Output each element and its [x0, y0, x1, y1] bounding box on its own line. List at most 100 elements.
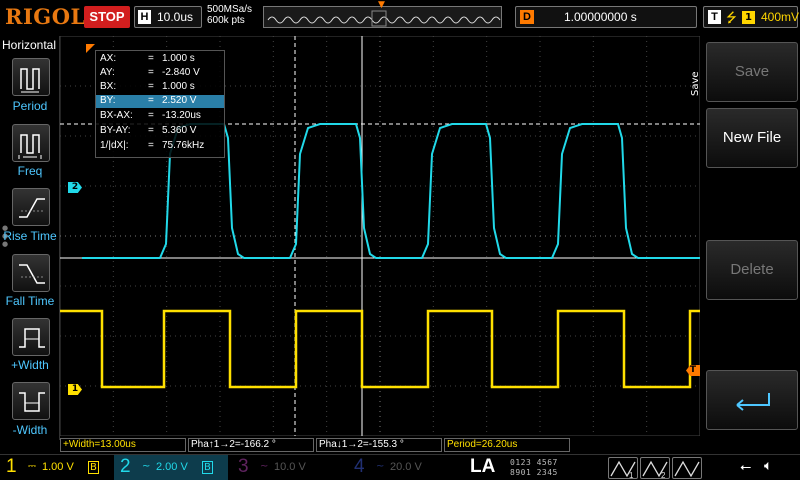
brand-logo: RIGOL [5, 4, 86, 29]
fall-time-label: Fall Time [5, 294, 55, 308]
ac-coupling-icon: ~ [142, 461, 151, 472]
timebase-value: 10.0us [157, 10, 194, 24]
source-3-waveform-button[interactable] [672, 457, 702, 479]
channel-bar: 1 ⎓ 1.00 V B 2 ~ 2.00 V B 3 ~ 10.0 V 4 ~… [0, 454, 800, 480]
cursor-value: -2.840 V [162, 67, 200, 78]
ch1-bandwidth-limit: B [88, 461, 99, 474]
negative-width-button[interactable] [12, 382, 50, 420]
source-1-waveform-button[interactable]: 1 [608, 457, 638, 480]
cursor-key: BX-AX: [100, 110, 133, 121]
horizontal-tag: H [138, 10, 151, 24]
logic-analyzer-label[interactable]: LA [470, 456, 495, 478]
measure-pos-width[interactable]: +Width=13.00us [60, 438, 186, 452]
rise-time-label: Rise Time [3, 229, 57, 243]
save-button[interactable]: Save [706, 42, 798, 102]
cursor-eq: = [148, 95, 154, 106]
trigger-source: 1 [742, 11, 755, 24]
period-label: Period [12, 99, 48, 113]
cursor-eq: = [148, 53, 154, 64]
sample-rate: 500MSa/s [207, 4, 253, 15]
measure-phase-rise[interactable]: Pha↑1→2=-166.2 ° [188, 438, 314, 452]
cursor-readout-panel: AX: = 1.000 s AY: = -2.840 V BX: = 1.000 s BY:… [95, 50, 225, 158]
cursor-row-bx-ax: BX-AX: = -13.20us [96, 110, 224, 123]
trigger-marker-label: T [689, 365, 697, 375]
frequency-label: Freq [17, 164, 43, 178]
delay-tag: D [520, 10, 534, 24]
cursor-value: 1.000 s [162, 53, 195, 64]
ch2-scale: 2.00 V [156, 461, 188, 473]
trigger-box[interactable]: T ⭍ 1 400mV [703, 6, 800, 28]
positive-width-label: +Width [11, 358, 49, 372]
cursor-row-by[interactable]: BY: = 2.520 V [96, 95, 224, 108]
trigger-position-marker: ▼ [378, 0, 385, 10]
return-button[interactable] [706, 370, 798, 430]
measure-phase-fall[interactable]: Pha↓1→2=-155.3 ° [316, 438, 442, 452]
delay-box[interactable]: D 1.00000000 s [515, 6, 697, 28]
sine-wave-icon: 2 [642, 460, 668, 480]
acquisition-info: 500MSa/s 600k pts [207, 4, 252, 26]
ch1-waveform [60, 309, 700, 389]
rising-edge-icon: ⭍ [726, 11, 737, 26]
top-status-bar: RIGOL STOP H 10.0us 500MSa/s 600k pts ▼ … [0, 0, 800, 36]
cursor-key: AY: [100, 67, 115, 78]
measurement-bar: +Width=13.00us Pha↑1→2=-166.2 ° Pha↓1→2=… [60, 438, 700, 452]
channel-4-tab[interactable]: 4 ~ 20.0 V [348, 455, 460, 480]
cursor-eq: = [148, 110, 154, 121]
cursor-eq: = [148, 140, 154, 151]
channel-2-tab[interactable]: 2 ~ 2.00 V B [114, 455, 228, 480]
timebase-box[interactable]: H 10.0us [134, 6, 202, 28]
sine-wave-icon [674, 460, 700, 478]
cursor-eq: = [148, 67, 154, 78]
cursor-row-ax: AX: = 1.000 s [96, 53, 224, 66]
source-2-waveform-button[interactable]: 2 [640, 457, 670, 480]
horizontal-measure-panel: Horizontal Period Freq ● ● ● Rise Time Fal… [0, 36, 60, 440]
memory-depth: 600k pts [207, 15, 245, 26]
sine-wave-icon: 1 [610, 460, 636, 480]
period-button[interactable] [12, 58, 50, 96]
cursor-row-inv-dx: 1/|dX|: = 75.76kHz [96, 140, 224, 153]
cursor-value: 5.360 V [162, 125, 197, 136]
dc-coupling-icon: ⎓ [28, 461, 36, 472]
cursor-value: 75.76kHz [162, 140, 205, 151]
cursor-value: 1.000 s [162, 81, 195, 92]
panel-title: Horizontal [2, 38, 57, 52]
cursor-key: 1/|dX|: [100, 140, 129, 151]
new-file-button[interactable]: New File [706, 108, 798, 168]
rise-time-icon [19, 198, 45, 218]
run-stop-indicator[interactable]: STOP [84, 6, 130, 28]
period-icon [20, 68, 40, 93]
speaker-muted-icon[interactable]: 🔈︎ [764, 458, 772, 474]
cursor-key: BY: [100, 95, 116, 106]
measure-period[interactable]: Period=26.20us [444, 438, 570, 452]
channel-3-tab[interactable]: 3 ~ 10.0 V [232, 455, 344, 480]
return-arrow-icon [736, 393, 770, 411]
delete-label: Delete [730, 261, 774, 278]
rise-time-button[interactable] [12, 188, 50, 226]
cursor-row-ay: AY: = -2.840 V [96, 67, 224, 80]
positive-width-button[interactable] [12, 318, 50, 356]
ac-coupling-icon: ~ [376, 461, 385, 472]
channel-1-tab[interactable]: 1 ⎓ 1.00 V B [0, 455, 112, 480]
cursor-eq: = [148, 125, 154, 136]
cursor-key: AX: [100, 53, 117, 64]
svg-text:1: 1 [629, 471, 634, 480]
ch3-scale: 10.0 V [274, 461, 306, 473]
ch4-scale: 20.0 V [390, 461, 422, 473]
frequency-button[interactable] [12, 124, 50, 162]
cursor-key: BX: [100, 81, 117, 92]
negative-width-icon [19, 392, 45, 412]
cursor-row-by-ay: BY-AY: = 5.360 V [96, 125, 224, 138]
cursor-value: 2.520 V [162, 95, 197, 106]
ac-coupling-icon: ~ [260, 461, 269, 472]
fall-time-button[interactable] [12, 254, 50, 292]
new-file-label: New File [722, 129, 782, 146]
cursor-eq: = [148, 81, 154, 92]
svg-text:2: 2 [661, 471, 666, 480]
positive-width-icon [19, 328, 45, 348]
cursor-value: -13.20us [162, 110, 201, 121]
trigger-level: 400mV [761, 10, 800, 24]
cursor-row-bx: BX: = 1.000 s [96, 81, 224, 94]
save-label: Save [734, 63, 770, 80]
delete-button[interactable]: Delete [706, 240, 798, 300]
menu-title: Save [690, 71, 701, 96]
